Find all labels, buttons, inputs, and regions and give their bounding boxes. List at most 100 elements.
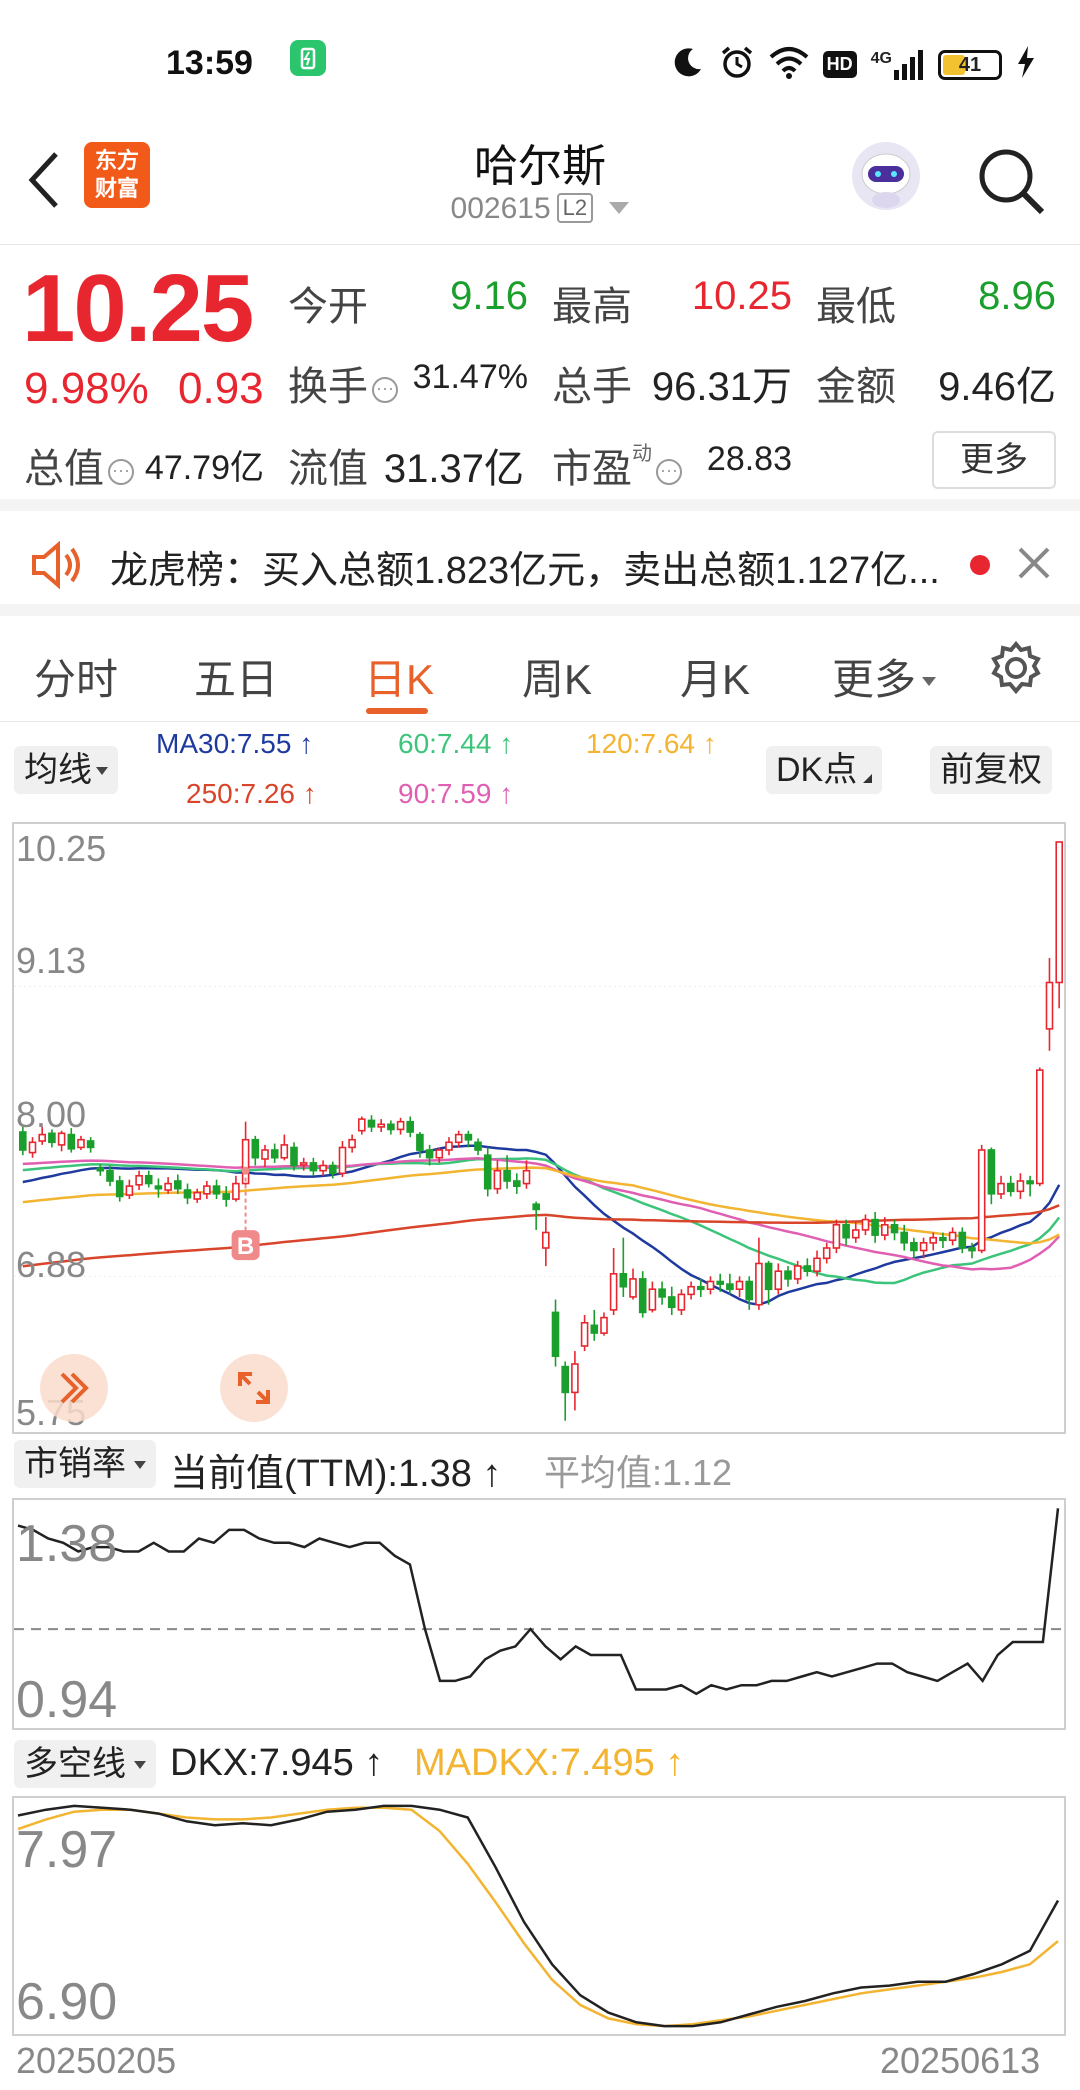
candle-body	[125, 1185, 134, 1196]
ma-legend-bar: 均线 MA30:7.55 ↑ 60:7.44 ↑ 120:7.64 ↑ 250:…	[0, 722, 1080, 822]
candle-body	[803, 1265, 812, 1272]
volume-value: 96.31万	[651, 365, 792, 409]
high-value: 10.25	[691, 274, 792, 318]
candle-body	[367, 1119, 376, 1128]
candle-body	[890, 1223, 899, 1234]
dkx-select[interactable]: 多空线	[14, 1740, 156, 1788]
candle-body	[580, 1321, 589, 1347]
ps-line	[17, 1508, 1060, 1696]
dkx-header: 多空线 DKX:7.945 ↑ MADKX:7.495 ↑	[0, 1740, 1080, 1790]
candle-body	[512, 1180, 521, 1187]
candle-body	[106, 1169, 114, 1182]
ps-select[interactable]: 市销率	[14, 1440, 156, 1488]
candle-body	[619, 1272, 628, 1288]
close-icon[interactable]	[1016, 545, 1052, 586]
ps-chart[interactable]: 1.38 0.94	[12, 1498, 1066, 1730]
signal-icon: 4G	[871, 49, 924, 80]
ma-select[interactable]: 均线	[14, 746, 118, 794]
candle-body	[696, 1285, 705, 1291]
candle-body	[193, 1191, 201, 1200]
more-button[interactable]: 更多	[932, 431, 1056, 489]
amount-label: 金额	[816, 365, 896, 409]
status-time: 13:59	[166, 44, 253, 82]
y-tick-label: 7.97	[16, 1821, 118, 1879]
ma30-value: MA30:7.55 ↑	[156, 728, 314, 759]
dk-point-button[interactable]: DK点	[766, 746, 883, 794]
tab-five-day[interactable]: 五日	[194, 646, 278, 707]
madkx-value: MADKX:7.495 ↑	[414, 1742, 685, 1784]
l2-badge: L2	[556, 193, 594, 223]
candle-body	[1006, 1182, 1015, 1193]
candle-body	[1026, 1180, 1034, 1185]
wifi-icon	[769, 45, 809, 84]
ps-average: 平均值:1.12	[544, 1452, 733, 1493]
candle-body	[164, 1182, 172, 1191]
ma120-value: 120:7.64 ↑	[586, 728, 717, 759]
candle-body	[648, 1288, 657, 1311]
candle-body	[96, 1167, 105, 1172]
bolt-icon	[1016, 46, 1036, 83]
dkx-chart[interactable]: 7.97 6.90	[12, 1796, 1066, 2036]
adjust-select[interactable]: 前复权	[930, 746, 1052, 794]
notice-bar[interactable]: 龙虎榜：买入总额1.823亿元，卖出总额1.127亿...	[0, 511, 1080, 616]
candle-body	[658, 1288, 666, 1298]
period-tabs: 分时 五日 日K 周K 月K 更多	[0, 616, 1080, 722]
candle-body	[464, 1133, 473, 1141]
search-button[interactable]	[972, 142, 1048, 218]
ma90-value: 90:7.59 ↑	[398, 778, 514, 809]
high-label: 最高	[552, 285, 632, 329]
candle-body	[522, 1169, 531, 1185]
dropdown-triangle-icon	[134, 1461, 146, 1469]
candle-body	[919, 1241, 928, 1252]
candle-body	[299, 1162, 308, 1166]
candle-body	[977, 1149, 986, 1252]
candle-body	[454, 1133, 463, 1144]
pe-label[interactable]: 市盈动···	[552, 436, 686, 494]
candle-body	[910, 1241, 918, 1252]
current-price: 10.25	[22, 255, 254, 362]
candle-body	[997, 1182, 1005, 1195]
change-percent: 9.98%	[24, 364, 149, 413]
info-icon: ···	[108, 459, 134, 485]
tab-daily-k[interactable]: 日K	[364, 646, 434, 707]
tab-weekly-k[interactable]: 周K	[522, 646, 592, 707]
candle-body	[115, 1180, 124, 1198]
active-tab-indicator	[366, 708, 428, 714]
candle-body	[396, 1120, 405, 1131]
dropdown-triangle-icon	[134, 1761, 146, 1769]
charging-app-icon	[290, 40, 326, 76]
candle-body	[629, 1278, 637, 1298]
candle-body	[503, 1169, 511, 1182]
candle-body	[1045, 981, 1054, 1030]
tab-monthly-k[interactable]: 月K	[680, 646, 750, 707]
collapse-button[interactable]	[40, 1354, 108, 1422]
gear-icon[interactable]	[988, 640, 1044, 701]
tab-intraday[interactable]: 分时	[34, 646, 118, 707]
y-tick-label: 0.94	[16, 1671, 118, 1729]
unread-dot	[970, 555, 990, 575]
kline-chart[interactable]: B 10.25 9.13 8.00 6.88 5.75	[12, 822, 1066, 1434]
x-axis-start: 20250205	[16, 2040, 177, 2081]
robot-assistant-icon[interactable]	[848, 138, 924, 214]
candle-body	[677, 1293, 686, 1311]
y-tick-label: 1.38	[16, 1515, 118, 1573]
candle-body	[726, 1283, 734, 1291]
turnover-label[interactable]: 换手 ···	[288, 354, 402, 412]
expand-button[interactable]	[220, 1354, 288, 1422]
quote-panel: 10.25 9.98% 0.93 今开 9.16 最高 10.25 最低 8.9…	[0, 246, 1080, 511]
volume-label: 总手	[552, 365, 632, 409]
candle-body	[968, 1247, 976, 1252]
dkx-svg	[17, 1804, 1060, 2028]
alarm-icon	[719, 44, 755, 85]
candle-body	[784, 1270, 792, 1280]
tab-more[interactable]: 更多	[832, 646, 937, 707]
market-cap-label[interactable]: 总值 ···	[24, 436, 138, 494]
buy-marker-dot	[241, 1166, 250, 1175]
candle-body	[706, 1280, 715, 1290]
candle-body	[793, 1265, 802, 1280]
candle-body	[716, 1280, 725, 1285]
candle-body	[958, 1231, 967, 1249]
ps-svg	[14, 1508, 1064, 1696]
candle-body	[745, 1280, 754, 1301]
candle-body	[348, 1138, 356, 1149]
